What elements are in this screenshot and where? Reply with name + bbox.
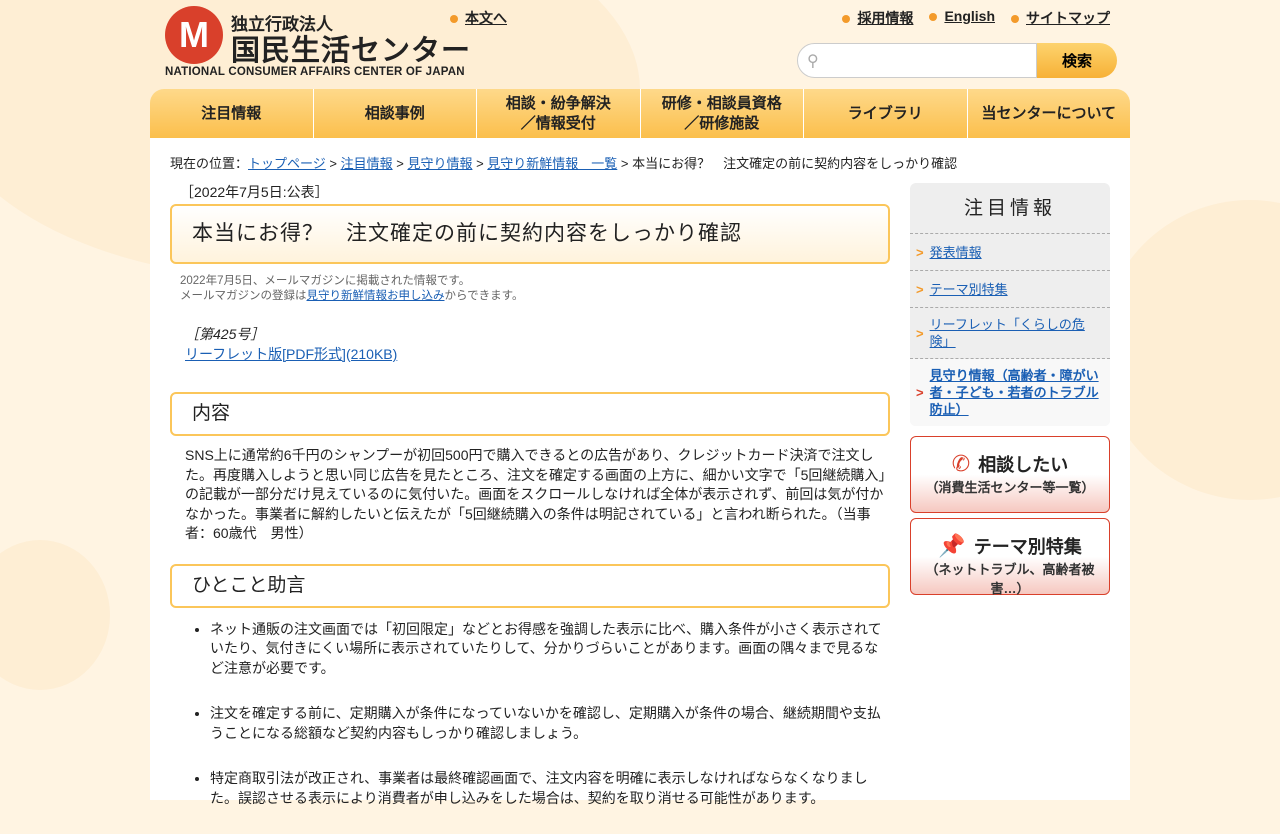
breadcrumb-list[interactable]: 見守り新鮮情報 一覧 — [487, 156, 617, 171]
banner-title: 相談したい — [978, 455, 1069, 475]
subscribe-link[interactable]: 見守り新鮮情報お申し込み — [307, 290, 445, 302]
banner-subtitle: （消費生活センター等一覧） — [925, 480, 1095, 495]
sidebar-title: 注目情報 — [910, 183, 1110, 234]
bullet-icon — [1011, 15, 1019, 23]
advice-list: ネット通販の注文画面では「初回限定」などとお得感を強調した表示に比べ、購入条件が… — [210, 620, 890, 809]
sidebar-item-mimamori[interactable]: 見守り情報（高齢者・障がい者・子ども・若者のトラブル防止） — [930, 367, 1104, 418]
content-text: SNS上に通常約6千円のシャンプーが初回500円で購入できるとの広告があり、クレ… — [185, 447, 886, 541]
banner-title: テーマ別特集 — [973, 537, 1082, 557]
search-button[interactable]: 検索 — [1037, 43, 1117, 78]
breadcrumb-sep: > — [325, 156, 341, 171]
search-form: ⚲ 検索 — [797, 43, 1117, 78]
logo-title: 国民生活センター — [231, 35, 472, 67]
breadcrumb-sep: > — [472, 156, 488, 171]
english-link[interactable]: English — [944, 8, 995, 24]
note-text: メールマガジンの登録は — [180, 290, 307, 302]
theme-banner[interactable]: 📌 テーマ別特集 （ネットトラブル、高齢者被害…） — [910, 518, 1110, 596]
recruit-link[interactable]: 採用情報 — [857, 10, 913, 26]
note-text: からできます。 — [444, 290, 524, 302]
breadcrumb-current: 本当にお得？ 注文確定の前に契約内容をしっかり確認 — [632, 156, 958, 171]
breadcrumb-top[interactable]: トップページ — [248, 156, 326, 171]
leaflet-pdf-link[interactable]: リーフレット版[PDF形式](210KB) — [185, 346, 397, 362]
nav-featured[interactable]: 注目情報 — [150, 89, 314, 138]
chevron-right-icon: > — [916, 281, 924, 297]
breadcrumb-sep: > — [617, 156, 633, 171]
advice-item: 特定商取引法が改正され、事業者は最終確認画面で、注文内容を明確に表示しなければな… — [210, 769, 890, 808]
mail-note: 2022年7月5日、メールマガジンに掲載された情報です。 メールマガジンの登録は… — [180, 274, 890, 304]
publish-date: ［2022年7月5日:公表］ — [180, 184, 329, 200]
breadcrumb: 現在の位置：トップページ > 注目情報 > 見守り情報 > 見守り新鮮情報 一覧… — [170, 153, 957, 172]
nav-consultation[interactable]: 相談・紛争解決 ／情報受付 — [477, 89, 641, 138]
chevron-right-icon: > — [916, 385, 924, 400]
search-input[interactable] — [797, 43, 1037, 78]
global-nav: 注目情報 相談事例 相談・紛争解決 ／情報受付 研修・相談員資格 ／研修施設 ラ… — [150, 89, 1130, 138]
phone-icon: ✆ — [951, 451, 971, 476]
logo-mark-icon: M — [165, 6, 223, 64]
consult-banner[interactable]: ✆ 相談したい （消費生活センター等一覧） — [910, 436, 1110, 513]
nav-cases[interactable]: 相談事例 — [313, 89, 477, 138]
chevron-right-icon: > — [916, 244, 924, 260]
advice-item: 注文を確定する前に、定期購入が条件になっていないかを確認し、定期購入が条件の場合… — [210, 704, 890, 743]
breadcrumb-featured[interactable]: 注目情報 — [341, 156, 393, 171]
section-heading-content: 内容 — [170, 392, 890, 436]
logo-subtitle: 独立行政法人 — [231, 15, 333, 34]
note-line: 2022年7月5日、メールマガジンに掲載された情報です。 — [180, 275, 471, 287]
page-title: 本当にお得？ 注文確定の前に契約内容をしっかり確認 — [170, 204, 890, 264]
sidebar-item-press[interactable]: 発表情報 — [930, 244, 982, 261]
nav-library[interactable]: ライブラリ — [804, 89, 968, 138]
breadcrumb-sep: > — [392, 156, 408, 171]
bullet-icon — [842, 15, 851, 23]
bullet-icon — [929, 13, 938, 21]
section-heading-advice: ひとこと助言 — [170, 563, 890, 608]
bullet-icon — [450, 15, 458, 23]
sidebar-item-leaflet[interactable]: リーフレット「くらしの危険」 — [930, 316, 1104, 350]
logo-english: NATIONAL CONSUMER AFFAIRS CENTER OF JAPA… — [165, 66, 465, 78]
breadcrumb-prefix: 現在の位置： — [170, 156, 249, 171]
search-icon: ⚲ — [807, 53, 819, 70]
pushpin-icon: 📌 — [938, 533, 966, 558]
site-logo[interactable]: M 独立行政法人 国民生活センター NATIONAL CONSUMER AFFAI… — [165, 6, 472, 78]
nav-training[interactable]: 研修・相談員資格 ／研修施設 — [640, 89, 804, 138]
banner-subtitle: （ネットトラブル、高齢者被害…） — [925, 562, 1095, 596]
skip-to-content-link[interactable]: 本文へ — [465, 10, 507, 26]
sidebar-item-theme[interactable]: テーマ別特集 — [930, 281, 1008, 298]
sidebar: 注目情報 > 発表情報 > テーマ別特集 > リーフレット「くらしの危険」 > 見守り情… — [910, 183, 1110, 596]
chevron-right-icon: > — [916, 325, 924, 341]
breadcrumb-mimamori[interactable]: 見守り情報 — [407, 156, 472, 171]
sitemap-link[interactable]: サイトマップ — [1026, 10, 1110, 26]
advice-item: ネット通販の注文画面では「初回限定」などとお得感を強調した表示に比べ、購入条件が… — [210, 620, 890, 679]
nav-about[interactable]: 当センターについて — [967, 89, 1130, 138]
issue-number: ［第425号］ — [185, 326, 265, 342]
